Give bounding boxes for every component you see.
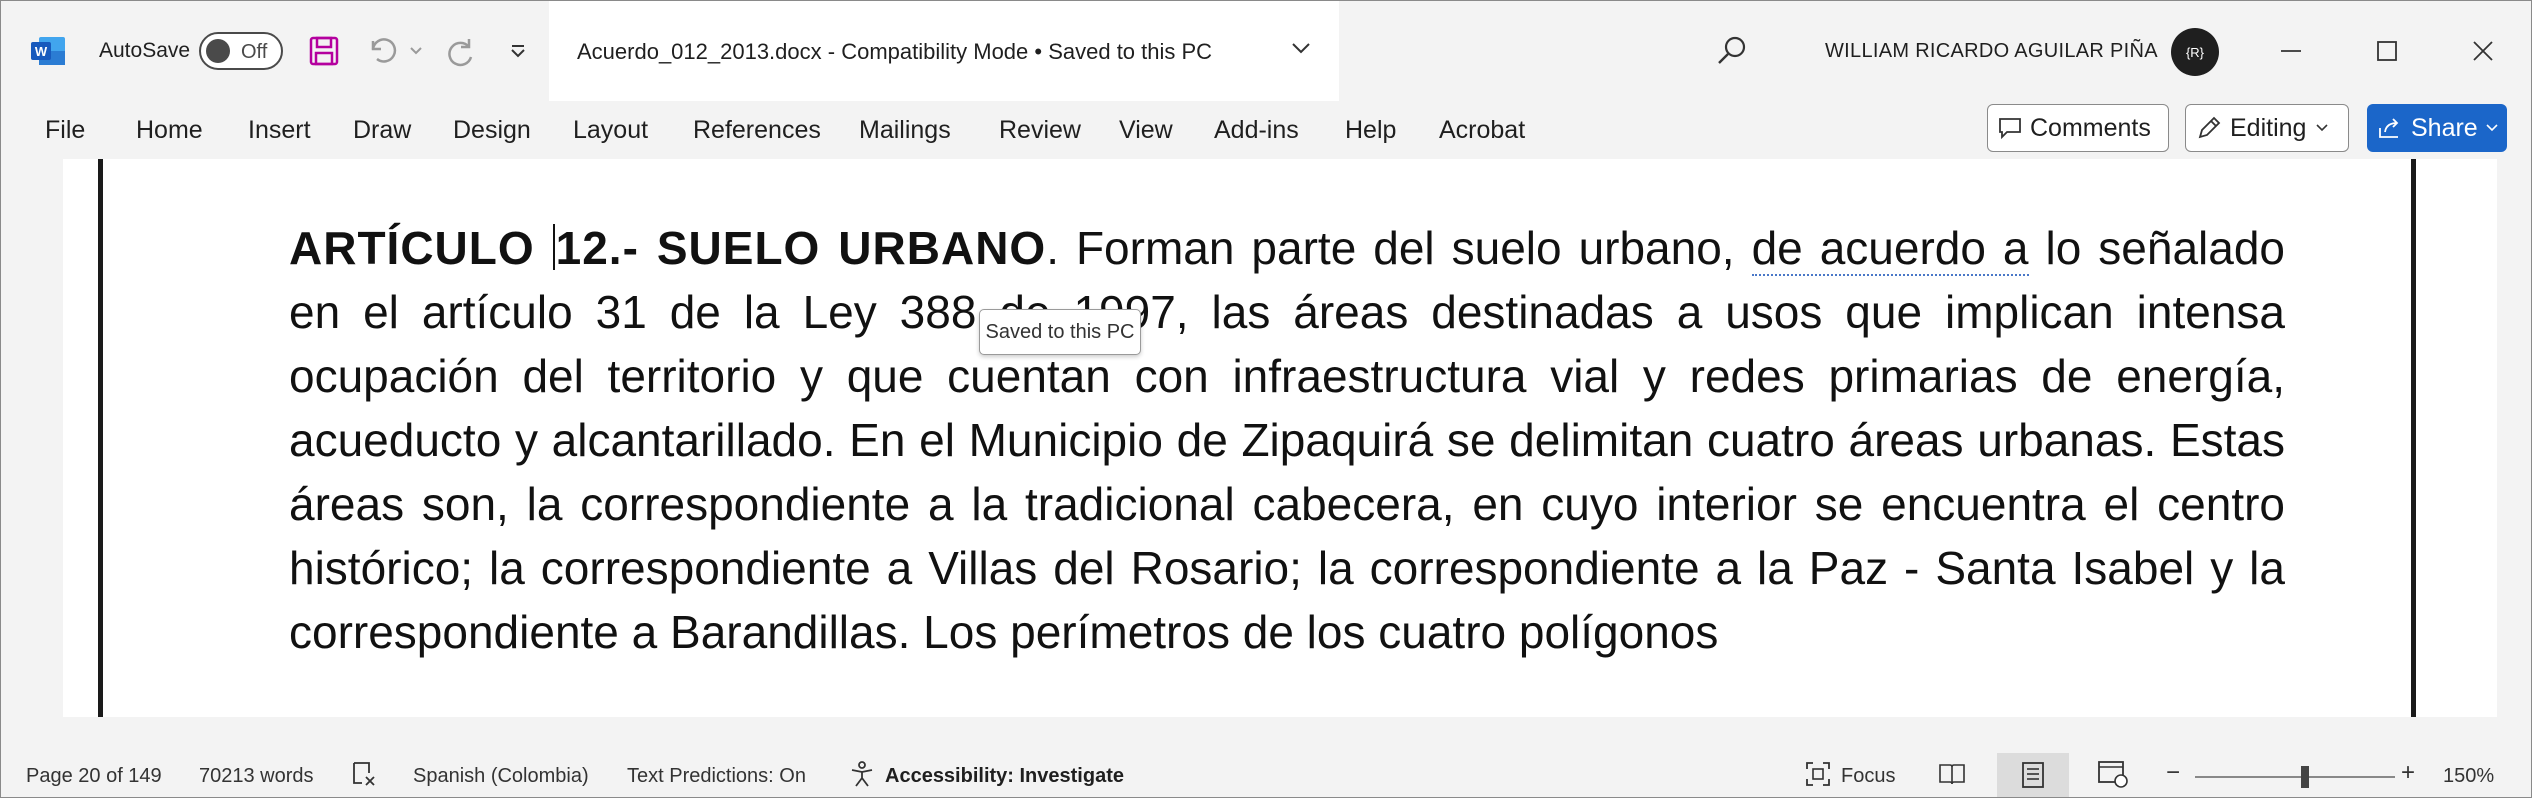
page-border-right bbox=[2411, 159, 2416, 717]
share-icon bbox=[2377, 116, 2401, 140]
saved-tooltip: Saved to this PC bbox=[979, 309, 1141, 355]
word-count[interactable]: 70213 words bbox=[199, 765, 314, 788]
undo-icon[interactable] bbox=[363, 31, 403, 71]
tab-file[interactable]: File bbox=[45, 116, 85, 145]
tab-layout[interactable]: Layout bbox=[573, 116, 648, 145]
language-status[interactable]: Spanish (Colombia) bbox=[413, 765, 589, 788]
title-bar: W AutoSave Off Acuerdo_012_2013.docx - C… bbox=[1, 1, 2531, 101]
search-icon[interactable] bbox=[1715, 34, 1749, 73]
comments-button[interactable]: Comments bbox=[1987, 104, 2169, 152]
word-logo-icon: W bbox=[31, 35, 67, 67]
tab-references[interactable]: References bbox=[693, 116, 821, 145]
accessibility-icon[interactable] bbox=[847, 759, 877, 794]
zoom-in-button[interactable]: + bbox=[2401, 759, 2415, 787]
tab-review[interactable]: Review bbox=[999, 116, 1081, 145]
proofing-icon[interactable] bbox=[349, 759, 379, 794]
article-title: 12.- SUELO URBANO bbox=[555, 222, 1047, 274]
autosave-label: AutoSave bbox=[99, 39, 191, 62]
tab-draw[interactable]: Draw bbox=[353, 116, 411, 145]
focus-icon[interactable] bbox=[1803, 759, 1833, 794]
pencil-icon bbox=[2196, 115, 2222, 141]
share-chevron-down-icon bbox=[2486, 124, 2498, 132]
zoom-slider-thumb[interactable] bbox=[2301, 766, 2309, 788]
text-predictions-status[interactable]: Text Predictions: On bbox=[627, 765, 806, 788]
text-cursor bbox=[552, 224, 555, 270]
redo-icon[interactable] bbox=[441, 31, 481, 71]
print-layout-button[interactable] bbox=[1997, 753, 2069, 797]
zoom-slider-track[interactable] bbox=[2195, 776, 2395, 778]
tab-help[interactable]: Help bbox=[1345, 116, 1396, 145]
comments-label: Comments bbox=[2030, 113, 2151, 142]
comment-icon bbox=[1998, 117, 2022, 139]
customize-toolbar-icon[interactable] bbox=[498, 31, 538, 71]
paragraph-text-b: lo señalado en el artículo 31 de la Ley … bbox=[289, 222, 2285, 658]
close-icon[interactable] bbox=[2461, 31, 2505, 71]
focus-label[interactable]: Focus bbox=[1841, 765, 1895, 788]
editing-label: Editing bbox=[2230, 113, 2307, 142]
save-icon[interactable] bbox=[304, 31, 344, 71]
autosave-toggle[interactable]: Off bbox=[199, 32, 283, 70]
avatar[interactable]: {R} bbox=[2171, 28, 2219, 76]
title-chevron-down-icon bbox=[1291, 41, 1311, 60]
svg-text:W: W bbox=[35, 44, 48, 59]
share-label: Share bbox=[2411, 113, 2478, 142]
tab-add-ins[interactable]: Add-ins bbox=[1214, 116, 1299, 145]
accessibility-status[interactable]: Accessibility: Investigate bbox=[885, 765, 1124, 788]
chevron-down-icon bbox=[2316, 124, 2329, 132]
undo-dropdown-icon[interactable] bbox=[404, 31, 428, 71]
tab-view[interactable]: View bbox=[1119, 116, 1173, 145]
paragraph-text-a: . Forman parte del suelo urbano, bbox=[1046, 222, 1752, 274]
document-title-button[interactable]: Acuerdo_012_2013.docx - Compatibility Mo… bbox=[549, 1, 1339, 101]
tab-design[interactable]: Design bbox=[453, 116, 531, 145]
tab-insert[interactable]: Insert bbox=[248, 116, 311, 145]
web-layout-icon[interactable] bbox=[2097, 759, 2129, 794]
print-layout-icon bbox=[2019, 761, 2047, 794]
page-border-left bbox=[98, 159, 103, 717]
share-button[interactable]: Share bbox=[2367, 104, 2507, 152]
status-bar: Page 20 of 149 70213 words Spanish (Colo… bbox=[1, 751, 2531, 798]
zoom-level[interactable]: 150% bbox=[2443, 765, 2494, 788]
document-title: Acuerdo_012_2013.docx - Compatibility Mo… bbox=[577, 39, 1213, 64]
maximize-icon[interactable] bbox=[2365, 31, 2409, 71]
zoom-out-button[interactable]: − bbox=[2166, 759, 2180, 787]
grammar-flag[interactable]: de acuerdo a bbox=[1751, 222, 2029, 276]
read-mode-icon[interactable] bbox=[1937, 759, 1967, 794]
minimize-icon[interactable] bbox=[2269, 31, 2313, 71]
page-count[interactable]: Page 20 of 149 bbox=[26, 765, 162, 788]
tab-acrobat[interactable]: Acrobat bbox=[1439, 116, 1525, 145]
document-paragraph[interactable]: ARTÍCULO 12.- SUELO URBANO. Forman parte… bbox=[289, 216, 2285, 664]
tab-home[interactable]: Home bbox=[136, 116, 203, 145]
word-window: W AutoSave Off Acuerdo_012_2013.docx - C… bbox=[0, 0, 2532, 798]
toggle-knob bbox=[206, 39, 230, 63]
editing-mode-button[interactable]: Editing bbox=[2185, 104, 2349, 152]
tab-mailings[interactable]: Mailings bbox=[859, 116, 951, 145]
autosave-state: Off bbox=[241, 41, 268, 63]
user-name[interactable]: WILLIAM RICARDO AGUILAR PIÑA bbox=[1825, 40, 2158, 63]
article-heading: ARTÍCULO bbox=[289, 222, 535, 274]
